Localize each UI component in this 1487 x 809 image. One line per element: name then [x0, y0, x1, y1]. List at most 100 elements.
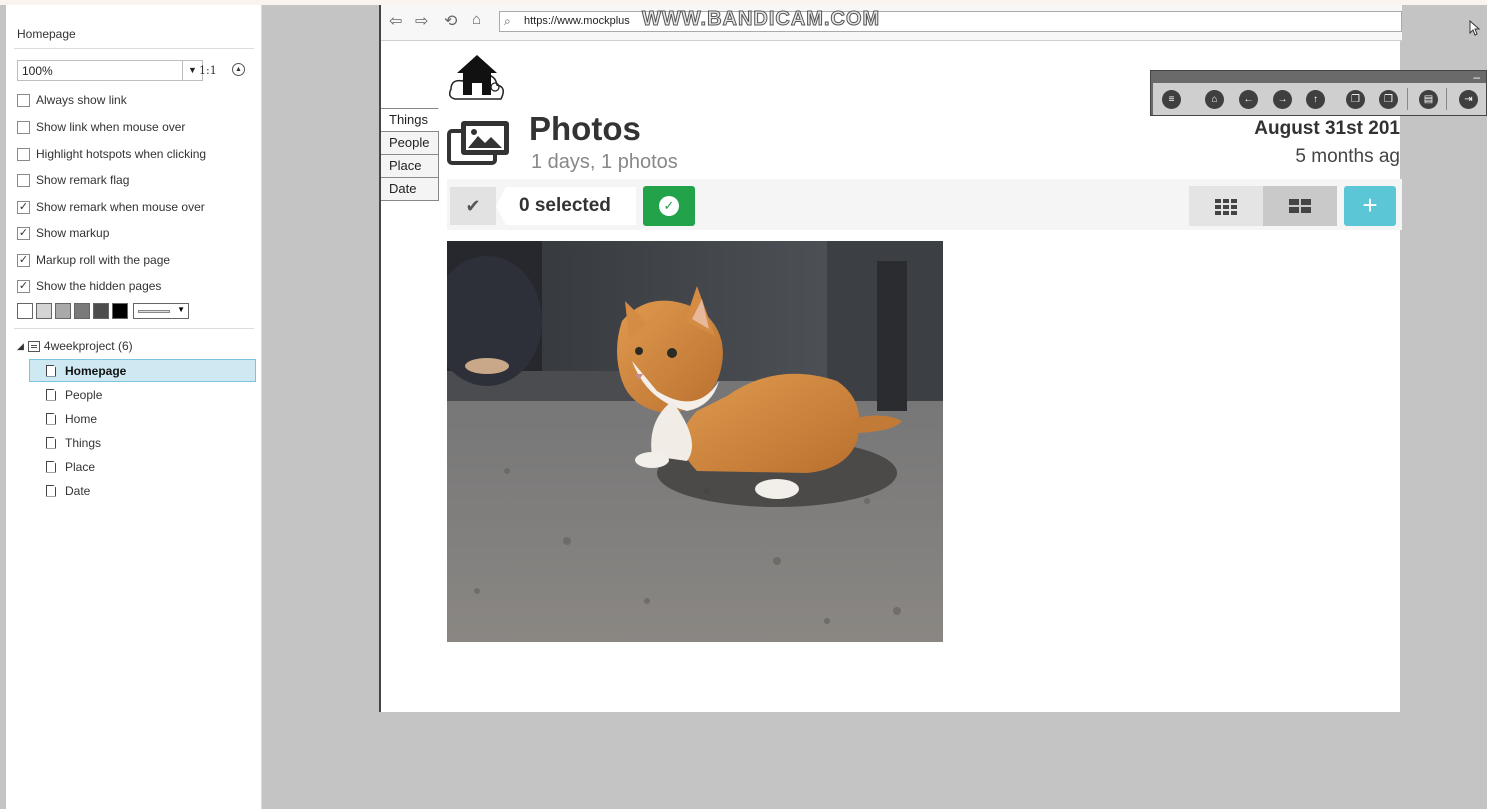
zoom-actual-size-button[interactable]: 1:1 [199, 64, 217, 77]
color-swatch-gray[interactable] [55, 303, 71, 319]
option-show-remark-flag[interactable]: Show remark flag [17, 172, 129, 188]
tree-item-label: People [65, 387, 103, 402]
checkbox-checked[interactable]: ✓ [17, 200, 30, 214]
menu-icon[interactable]: ≡ [1162, 90, 1181, 109]
photo-count: 1 days, 1 photos [531, 151, 678, 173]
floating-toolbar[interactable]: – ≡ ⌂ ← → ↑ ❐ ❒ ▤ ⇥ [1150, 70, 1487, 116]
tree-item-homepage[interactable]: Homepage [29, 359, 256, 382]
grid-small-icon [1215, 199, 1237, 215]
confirm-button[interactable]: ✓ [643, 186, 695, 226]
markup-color-palette: ▼ [17, 303, 189, 319]
tree-item-people[interactable]: People [29, 383, 256, 406]
option-show-markup[interactable]: ✓ Show markup [17, 225, 109, 241]
cat-photo[interactable] [447, 241, 943, 642]
tree-item-label: Date [65, 483, 91, 498]
checkbox[interactable] [17, 93, 30, 107]
selection-toolbar: ✔ 0 selected ✓ + [447, 179, 1402, 230]
date-label: August 31st 201 [1254, 118, 1400, 139]
back-icon[interactable]: ⇦ [389, 11, 402, 31]
url-text: https://www.mockplus [524, 15, 630, 27]
exit-icon[interactable]: ⇥ [1459, 90, 1478, 109]
tree-item-date[interactable]: Date [29, 479, 256, 502]
tree-item-label: Things [65, 435, 102, 450]
small-grid-view-button[interactable] [1189, 186, 1263, 226]
option-show-remark-mouse-over[interactable]: ✓ Show remark when mouse over [17, 199, 205, 215]
tab-date[interactable]: Date [381, 177, 439, 201]
divider [14, 328, 254, 329]
color-swatch-light-gray[interactable] [36, 303, 52, 319]
recording-watermark: WWW.BANDICAM.COM [641, 8, 881, 30]
tree-item-label: Home [65, 411, 98, 426]
option-label: Show the hidden pages [36, 279, 162, 293]
checkbox-checked[interactable]: ✓ [17, 226, 30, 240]
relative-date-label: 5 months ag [1295, 146, 1400, 167]
add-photo-button[interactable]: + [1344, 186, 1396, 226]
option-label: Always show link [36, 93, 127, 107]
check-circle-icon: ✓ [659, 196, 679, 216]
expand-triangle-icon[interactable]: ◢ [17, 341, 24, 352]
toolbar-divider [1446, 88, 1447, 110]
option-label: Show link when mouse over [36, 120, 186, 134]
checkbox[interactable] [17, 120, 30, 134]
option-show-link-mouse-over[interactable]: Show link when mouse over [17, 119, 185, 135]
home-icon[interactable]: ⌂ [1205, 90, 1224, 109]
option-label: Show remark when mouse over [36, 200, 205, 214]
select-all-button[interactable]: ✔ [450, 187, 496, 225]
home-icon[interactable]: ⌂ [472, 11, 481, 28]
note-icon[interactable]: ▤ [1419, 90, 1438, 109]
zoom-value: 100% [22, 64, 53, 78]
option-markup-roll[interactable]: ✓ Markup roll with the page [17, 252, 170, 268]
zoom-select[interactable]: 100% ▼ [17, 60, 203, 81]
line-style-select[interactable]: ▼ [133, 303, 189, 319]
checkbox-checked[interactable]: ✓ [17, 253, 30, 267]
color-swatch-charcoal[interactable] [93, 303, 109, 319]
tree-item-home[interactable]: Home [29, 407, 256, 430]
page-icon [46, 436, 56, 449]
line-style-preview [138, 310, 170, 313]
color-swatch-black[interactable] [112, 303, 128, 319]
panel-title: Homepage [17, 27, 76, 41]
browser-navbar: ⇦ ⇨ ⟲ ⌂ ⌕ https://www.mockplus WWW.BANDI… [381, 5, 1402, 41]
collapse-up-icon[interactable]: ▲ [232, 63, 245, 76]
next-icon[interactable]: → [1273, 90, 1292, 109]
page-icon [46, 412, 56, 425]
search-icon: ⌕ [504, 14, 511, 28]
checkbox[interactable] [17, 147, 30, 161]
checkbox-checked[interactable]: ✓ [17, 279, 30, 293]
refresh-icon[interactable]: ⟲ [444, 11, 457, 31]
paste-icon[interactable]: ❒ [1379, 90, 1398, 109]
option-label: Highlight hotspots when clicking [36, 147, 207, 161]
option-highlight-hotspots[interactable]: Highlight hotspots when clicking [17, 146, 206, 162]
floating-toolbar-body: ≡ ⌂ ← → ↑ ❐ ❒ ▤ ⇥ [1153, 83, 1486, 115]
address-bar[interactable]: ⌕ https://www.mockplus [499, 11, 1402, 32]
tree-item-label: Place [65, 459, 96, 474]
page-icon [46, 460, 56, 473]
tab-people[interactable]: People [381, 131, 439, 155]
tree-item-label: Homepage [65, 363, 127, 378]
home-logo-icon[interactable] [449, 51, 509, 101]
page-icon [46, 484, 56, 497]
minimize-icon[interactable]: – [1473, 70, 1480, 84]
large-grid-view-button[interactable] [1263, 186, 1337, 226]
tab-things[interactable]: Things [381, 108, 439, 132]
project-name: 4weekproject (6) [43, 339, 133, 353]
option-label: Markup roll with the page [36, 253, 171, 267]
forward-icon[interactable]: ⇨ [415, 11, 428, 31]
upload-icon[interactable]: ↑ [1306, 90, 1325, 109]
option-always-show-link[interactable]: Always show link [17, 92, 127, 108]
copy-icon[interactable]: ❐ [1346, 90, 1365, 109]
project-tree-root[interactable]: ◢ 4weekproject (6) [17, 339, 133, 353]
tree-item-things[interactable]: Things [29, 431, 256, 454]
checkbox[interactable] [17, 173, 30, 187]
color-swatch-white[interactable] [17, 303, 33, 319]
previous-icon[interactable]: ← [1239, 90, 1258, 109]
tab-place[interactable]: Place [381, 154, 439, 178]
folder-list-icon [27, 340, 40, 352]
option-show-hidden-pages[interactable]: ✓ Show the hidden pages [17, 278, 161, 294]
selected-count: 0 selected [496, 187, 636, 225]
category-tabs: Things People Place Date [381, 108, 439, 201]
page-title: Photos [529, 110, 641, 147]
color-swatch-dark-gray[interactable] [74, 303, 90, 319]
mouse-cursor-icon [1469, 20, 1481, 36]
tree-item-place[interactable]: Place [29, 455, 256, 478]
